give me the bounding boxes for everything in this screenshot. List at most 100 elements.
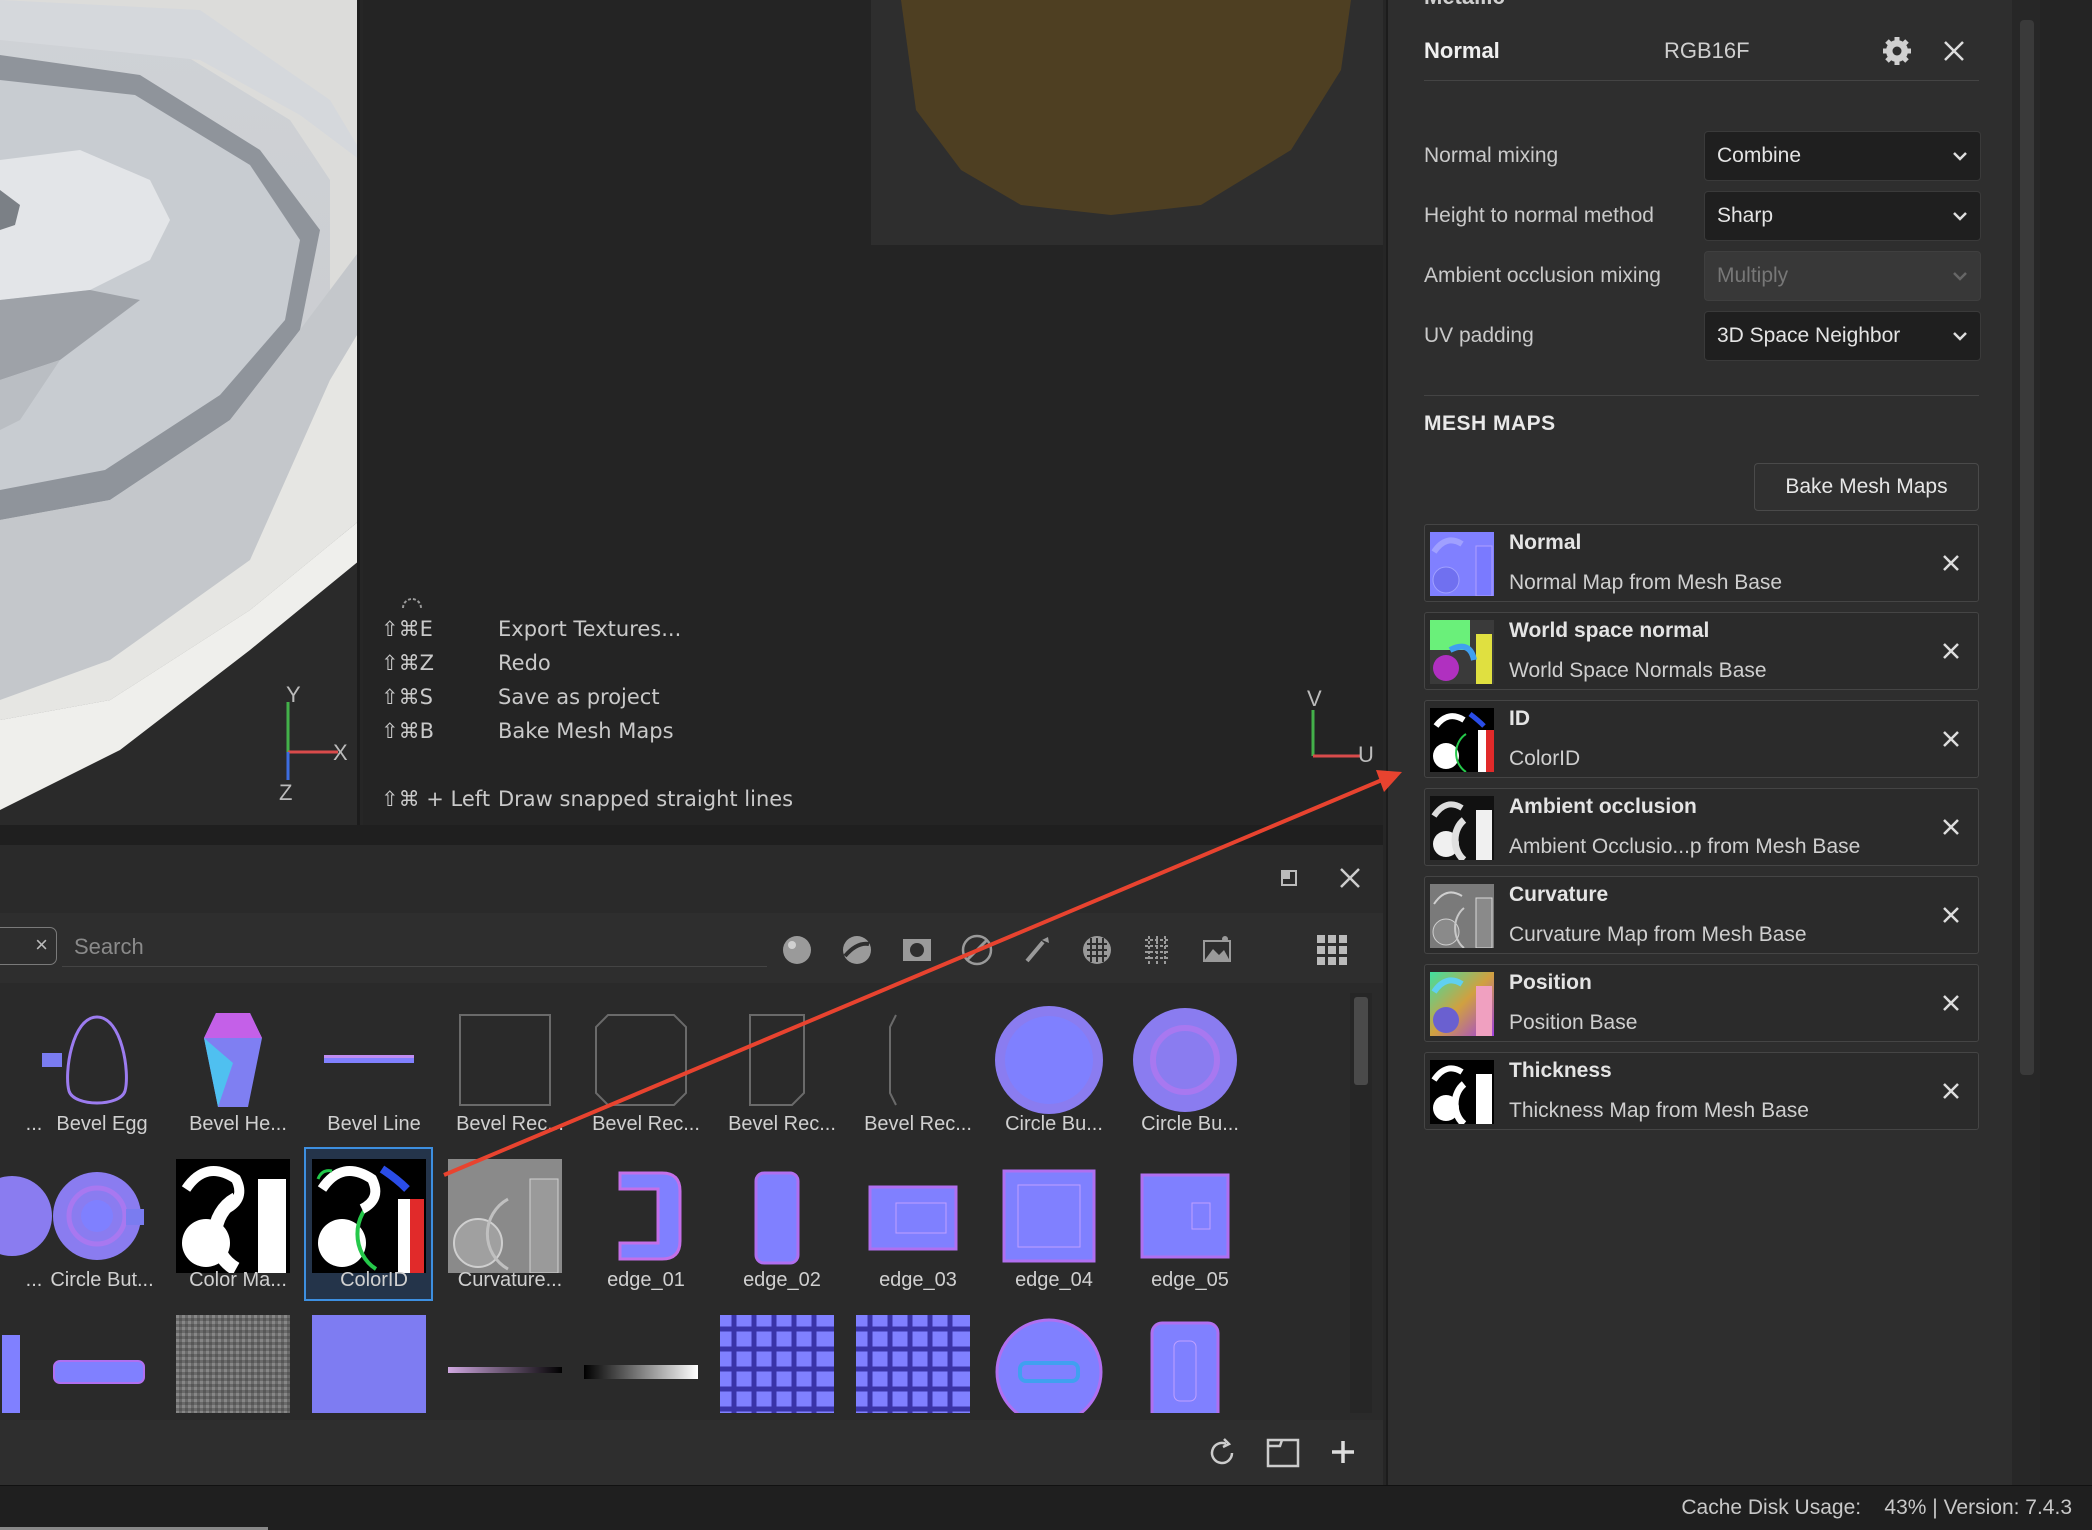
refresh-icon[interactable] [1206, 1437, 1238, 1469]
asset-grid[interactable]: ... Bevel Egg Bevel He... Bevel Line Bev… [0, 993, 1356, 1413]
map-source[interactable]: Curvature Map from Mesh Base [1509, 923, 1807, 947]
mesh-map-curvature[interactable]: Curvature Curvature Map from Mesh Base [1424, 876, 1979, 954]
height-to-normal-dropdown[interactable]: Sharp [1704, 191, 1981, 241]
asset-item[interactable]: edge_04 [986, 1149, 1111, 1299]
map-source[interactable]: Normal Map from Mesh Base [1509, 571, 1782, 595]
axis-x-label: X [333, 740, 348, 765]
asset-item[interactable]: Bevel He... [170, 993, 295, 1143]
asset-item[interactable] [170, 1305, 295, 1413]
asset-item[interactable]: Curvature... [442, 1149, 567, 1299]
asset-item[interactable] [306, 1305, 431, 1413]
asset-item[interactable]: Bevel Line [306, 993, 431, 1143]
asset-label: Bevel Rec... [728, 1113, 836, 1135]
asset-item[interactable]: Bevel Rec... [578, 993, 703, 1143]
asset-label: Bevel He... [189, 1113, 287, 1135]
asset-item[interactable]: Circle Bu... [1122, 993, 1247, 1143]
folder-icon[interactable] [1266, 1438, 1300, 1468]
asset-item[interactable]: Bevel Egg [34, 993, 159, 1143]
textures-filter-icon[interactable] [1140, 933, 1174, 967]
masks-filter-icon[interactable] [900, 933, 934, 967]
map-source[interactable]: Position Base [1509, 1011, 1637, 1035]
map-title: Curvature [1509, 883, 1609, 906]
mesh-map-ambient-occlusion[interactable]: Ambient occlusion Ambient Occlusio...p f… [1424, 788, 1979, 866]
asset-item[interactable] [578, 1305, 703, 1413]
property-label: Ambient occlusion mixing [1424, 264, 1661, 287]
mesh-map-position[interactable]: Position Position Base [1424, 964, 1979, 1042]
status-text: Cache Disk Usage: 43% | Version: 7.4.3 [1681, 1496, 2072, 1519]
gear-icon[interactable] [1882, 36, 1912, 72]
map-title: Normal [1509, 531, 1582, 554]
remove-map-icon[interactable] [1938, 990, 1964, 1016]
divider [1424, 395, 1979, 396]
add-icon[interactable] [1330, 1439, 1356, 1465]
asset-item[interactable] [1122, 1305, 1247, 1413]
shortcut-row: ⇧⌘B Bake Mesh Maps [381, 714, 793, 748]
map-source[interactable]: ColorID [1509, 747, 1580, 771]
asset-label: Color Ma... [189, 1269, 287, 1291]
remove-channel-icon[interactable] [1942, 39, 1966, 69]
remove-map-icon[interactable] [1938, 902, 1964, 928]
remove-map-icon[interactable] [1938, 638, 1964, 664]
mesh-map-normal[interactable]: Normal Normal Map from Mesh Base [1424, 524, 1979, 602]
search-input[interactable] [62, 927, 767, 967]
viewport-3d[interactable]: Y X Z [0, 0, 360, 825]
bake-mesh-maps-button[interactable]: Bake Mesh Maps [1754, 463, 1979, 511]
asset-item[interactable]: edge_02 [714, 1149, 839, 1299]
map-source[interactable]: Ambient Occlusio...p from Mesh Base [1509, 835, 1860, 859]
property-label: Height to normal method [1424, 204, 1654, 227]
grid-view-icon[interactable] [1315, 933, 1349, 967]
map-source[interactable]: World Space Normals Base [1509, 659, 1767, 683]
remove-map-icon[interactable] [1938, 550, 1964, 576]
shelf-scrollbar[interactable] [1350, 993, 1372, 1413]
asset-item[interactable]: edge_01 [578, 1149, 703, 1299]
chevron-down-icon [1950, 266, 1970, 292]
normal-mixing-dropdown[interactable]: Combine [1704, 131, 1981, 181]
asset-item[interactable] [714, 1305, 839, 1413]
axis-v-label: V [1307, 686, 1322, 711]
asset-item[interactable]: Bevel Rec... [714, 993, 839, 1143]
map-source[interactable]: Thickness Map from Mesh Base [1509, 1099, 1809, 1123]
chip-close-icon[interactable]: × [35, 932, 48, 958]
channel-format[interactable]: RGB16F [1664, 38, 1824, 64]
mesh-map-world-space-normal[interactable]: World space normal World Space Normals B… [1424, 612, 1979, 690]
mesh-map-id[interactable]: ID ColorID [1424, 700, 1979, 778]
brushes-filter-icon[interactable] [1020, 933, 1054, 967]
asset-item[interactable]: Circle Bu... [986, 993, 1111, 1143]
asset-label: ColorID [340, 1269, 408, 1291]
divider [1424, 80, 1979, 81]
uv-padding-dropdown[interactable]: 3D Space Neighbor [1704, 311, 1981, 361]
materials-filter-icon[interactable] [780, 933, 814, 967]
map-thumbnail [1430, 1060, 1494, 1124]
ao-mixing-row: Ambient occlusion mixing Multiply [1424, 251, 1981, 301]
environments-filter-icon[interactable] [1200, 933, 1234, 967]
asset-item[interactable]: Bevel Rec... [850, 993, 975, 1143]
panel-splitter[interactable] [0, 825, 1383, 845]
asset-item[interactable]: Circle But... [34, 1149, 159, 1299]
alphas-filter-icon[interactable] [1080, 933, 1114, 967]
asset-item[interactable] [850, 1305, 975, 1413]
maximize-icon[interactable] [1280, 869, 1298, 887]
panel-scrollbar[interactable] [2012, 0, 2040, 1485]
viewport-2d[interactable]: ⇧⌘E Export Textures... ⇧⌘Z Redo ⇧⌘S Save as… [363, 0, 1383, 825]
asset-item[interactable] [442, 1305, 567, 1413]
remove-map-icon[interactable] [1938, 1078, 1964, 1104]
asset-item[interactable] [986, 1305, 1111, 1413]
app-root: Y X Z ⇧⌘E Export Textures... ⇧⌘Z Redo ⇧⌘S S… [0, 0, 2092, 1530]
asset-item[interactable]: edge_05 [1122, 1149, 1247, 1299]
asset-item[interactable]: Bevel Rec... [442, 993, 567, 1143]
search-filter-chip[interactable]: × [0, 927, 57, 965]
asset-item[interactable] [34, 1305, 159, 1413]
mesh-map-thickness[interactable]: Thickness Thickness Map from Mesh Base [1424, 1052, 1979, 1130]
remove-map-icon[interactable] [1938, 814, 1964, 840]
asset-item[interactable]: Color Ma... [170, 1149, 295, 1299]
asset-item[interactable]: edge_03 [850, 1149, 975, 1299]
status-bar: Cache Disk Usage: 43% | Version: 7.4.3 [0, 1485, 2092, 1530]
asset-item-selected[interactable]: ColorID [304, 1147, 433, 1301]
map-title: ID [1509, 707, 1530, 730]
close-shelf-icon[interactable] [1337, 865, 1363, 891]
property-label: Normal mixing [1424, 144, 1559, 167]
smart-materials-filter-icon[interactable] [840, 933, 874, 967]
shortcut-row: ⇧⌘E Export Textures... [381, 612, 793, 646]
procedurals-filter-icon[interactable] [960, 933, 994, 967]
remove-map-icon[interactable] [1938, 726, 1964, 752]
